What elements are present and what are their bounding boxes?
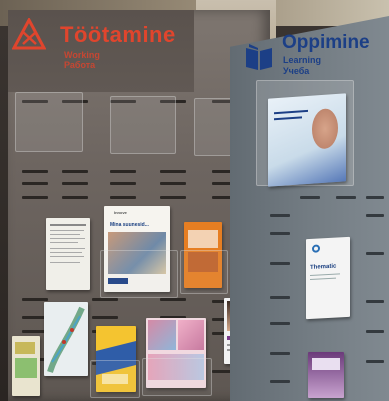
- brochure-text-leaflet[interactable]: [46, 218, 90, 290]
- brochure-thematic-label: Thematic: [310, 263, 337, 271]
- photo-scene: Töötamine Working Работа Innove Mina suu…: [0, 0, 389, 401]
- sign-subtitle-learning: Learning Учеба: [283, 55, 321, 77]
- empty-brochure-holder: [15, 92, 83, 152]
- brochure-thematic[interactable]: Thematic: [306, 236, 350, 320]
- sign-subtitle-working-ru: Работа: [64, 60, 96, 70]
- brochure-map[interactable]: [44, 302, 88, 376]
- brochure-holder: [90, 360, 140, 398]
- brochure-holder: [100, 250, 178, 298]
- sign-subtitle-working: Working Работа: [64, 50, 100, 70]
- sign-subtitle-working-en: Working: [64, 50, 100, 60]
- open-book-icon: [246, 44, 272, 70]
- brochure-mina-title: Mina suunesid...: [110, 222, 149, 228]
- sign-subtitle-learning-en: Learning: [283, 55, 322, 65]
- brochure-purple-bottom[interactable]: [308, 352, 344, 398]
- brochure-yellow-small[interactable]: [12, 336, 40, 396]
- brochure-holder: [180, 250, 228, 294]
- warning-triangle-icon: [12, 18, 46, 50]
- sign-title-working: Töötamine: [60, 22, 176, 47]
- sign-title-learning: Oppimine: [282, 32, 370, 53]
- sign-subtitle-learning-ru: Учеба: [283, 66, 310, 76]
- brochure-holder: [142, 358, 212, 396]
- brochure-brand: Innove: [114, 210, 127, 215]
- map-illustration: [47, 306, 85, 373]
- empty-brochure-holder: [110, 96, 176, 154]
- brochure-blue-portrait[interactable]: [268, 93, 346, 187]
